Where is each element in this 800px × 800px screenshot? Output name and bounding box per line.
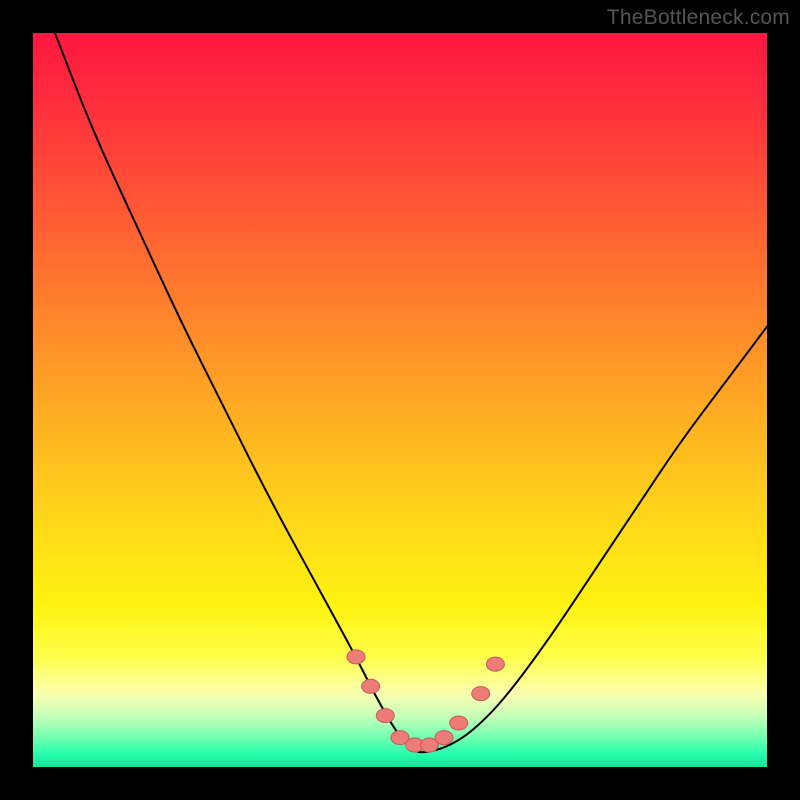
chart-frame: TheBottleneck.com bbox=[0, 0, 800, 800]
curve-marker bbox=[435, 731, 453, 745]
chart-plot-area bbox=[33, 33, 767, 767]
curve-marker bbox=[362, 679, 380, 693]
curve-marker bbox=[486, 657, 504, 671]
curve-marker bbox=[450, 716, 468, 730]
curve-marker bbox=[347, 650, 365, 664]
watermark-text: TheBottleneck.com bbox=[607, 6, 790, 30]
curve-markers bbox=[347, 650, 504, 752]
bottleneck-curve bbox=[55, 33, 767, 752]
curve-marker bbox=[472, 687, 490, 701]
chart-svg bbox=[33, 33, 767, 767]
bottleneck-curve-path bbox=[55, 33, 767, 752]
curve-marker bbox=[376, 709, 394, 723]
